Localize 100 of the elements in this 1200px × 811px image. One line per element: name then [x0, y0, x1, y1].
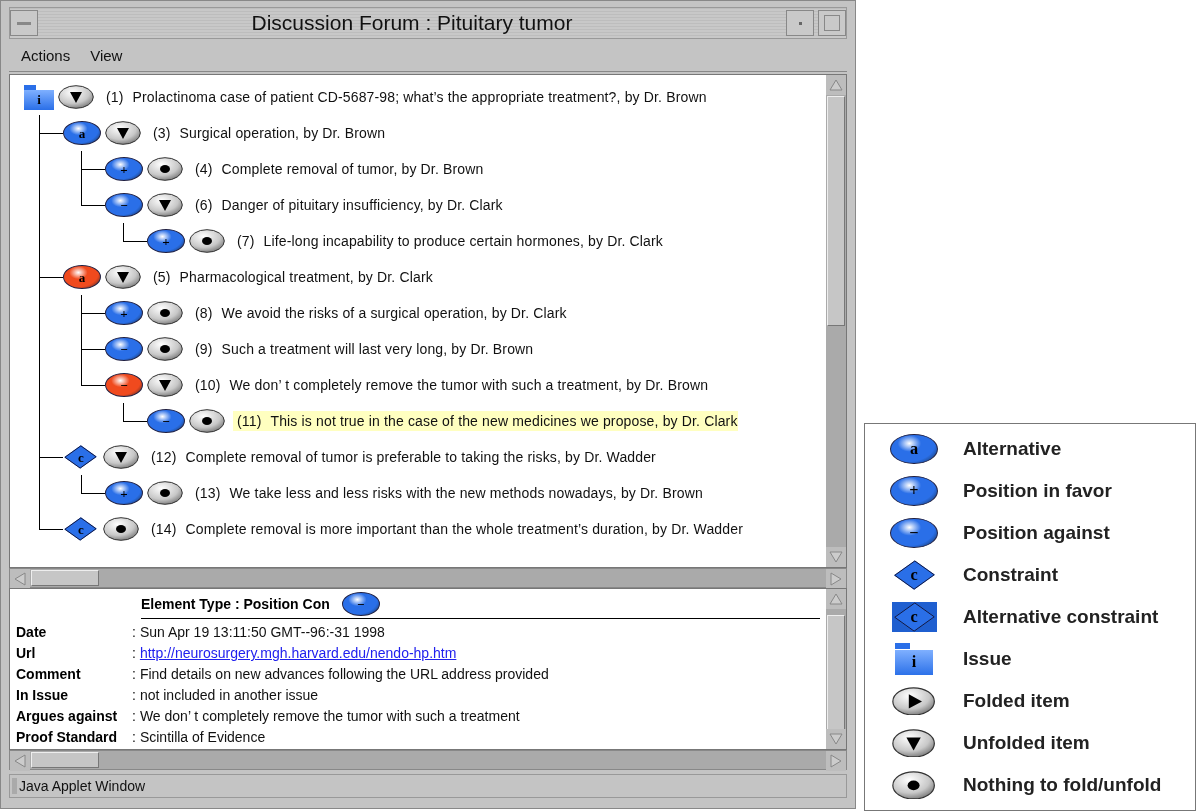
- item-text[interactable]: Danger of pituitary insufficiency, by Dr. Clark: [221, 197, 503, 213]
- dot-icon[interactable]: [189, 229, 225, 253]
- minus-icon: [17, 21, 31, 25]
- legend-folder-marker: i: [895, 643, 933, 675]
- oval-marker: +: [105, 481, 143, 505]
- vertical-scrollbar[interactable]: [826, 75, 846, 567]
- field-label: Date: [16, 623, 48, 641]
- scroll-thumb[interactable]: [827, 96, 845, 326]
- maximize-button[interactable]: [818, 10, 846, 36]
- scroll-thumb[interactable]: [31, 570, 99, 586]
- item-number: (8): [195, 305, 213, 321]
- item-number: (5): [153, 269, 171, 285]
- item-text[interactable]: Such a treatment will last very long, by Dr. Brown: [221, 341, 534, 357]
- oval-marker: a: [63, 121, 101, 145]
- oval-marker: +: [105, 301, 143, 325]
- oval-marker: +: [105, 157, 143, 181]
- legend-label: Alternative: [963, 438, 1062, 460]
- legend-label: Folded item: [963, 690, 1070, 712]
- status-text: Java Applet Window: [12, 778, 146, 794]
- legend-oval-marker: −: [890, 518, 938, 548]
- oval-marker: +: [147, 229, 185, 253]
- dot-icon[interactable]: [147, 157, 183, 181]
- horizontal-scrollbar[interactable]: [9, 750, 847, 770]
- field-label: Url: [16, 644, 37, 662]
- item-number: (14): [151, 521, 177, 537]
- field-label: Comment: [16, 665, 82, 683]
- dot-icon[interactable]: [103, 517, 139, 541]
- field-separator: :: [132, 623, 136, 641]
- oval-marker: a: [63, 265, 101, 289]
- left-arrow-icon[interactable]: [14, 572, 26, 586]
- item-number: (13): [195, 485, 221, 501]
- url-link[interactable]: http://neurosurgery.mgh.harvard.edu/nendo-hp.htm: [139, 644, 457, 662]
- field-value: Find details on new advances following the URL address provided: [139, 665, 549, 683]
- field-label: Proof Standard: [16, 728, 119, 746]
- folder-marker: i: [24, 84, 54, 110]
- legend-label: Alternative constraint: [963, 606, 1159, 628]
- field-value: not included in another issue: [139, 686, 319, 704]
- item-text[interactable]: Prolactinoma case of patient CD-5687-98; what’s the appropriate treatment?, by Dr. Brown: [132, 89, 707, 105]
- oval-marker: −: [105, 373, 143, 397]
- scroll-thumb[interactable]: [31, 752, 99, 768]
- field-value: We don’ t completely remove the tumor with such a treatment: [139, 707, 520, 725]
- field-separator: :: [132, 728, 136, 746]
- oval-marker: −: [105, 193, 143, 217]
- legend-label: Constraint: [963, 564, 1058, 586]
- field-separator: :: [132, 686, 136, 704]
- oval-marker: −: [341, 592, 380, 616]
- down-arrow-icon[interactable]: [829, 733, 843, 745]
- dot-icon[interactable]: [147, 301, 183, 325]
- up-arrow-icon[interactable]: [829, 593, 843, 605]
- item-text[interactable]: Life-long incapability to produce certain hormones, by Dr. Clark: [263, 233, 664, 249]
- item-number: (6): [195, 197, 213, 213]
- field-value: Scintilla of Evidence: [139, 728, 266, 746]
- item-number: (7): [237, 233, 255, 249]
- item-text[interactable]: We take less and less risks with the new methods nowadays, by Dr. Brown: [229, 485, 703, 501]
- horizontal-scrollbar[interactable]: [9, 568, 847, 588]
- square-icon: [824, 15, 840, 31]
- item-text[interactable]: We avoid the risks of a surgical operation, by Dr. Clark: [221, 305, 567, 321]
- item-number: (12): [151, 449, 177, 465]
- right-arrow-icon[interactable]: [830, 572, 842, 586]
- vertical-scrollbar[interactable]: [826, 589, 846, 749]
- minimize-button[interactable]: [786, 10, 814, 36]
- item-number: (10): [195, 377, 221, 393]
- field-value: Sun Apr 19 13:11:50 GMT--96:-31 1998: [139, 623, 385, 641]
- item-number: (3): [153, 125, 171, 141]
- dot-icon[interactable]: [147, 481, 183, 505]
- item-text[interactable]: Pharmacological treatment, by Dr. Clark: [179, 269, 433, 285]
- field-label: Argues against: [16, 707, 119, 725]
- oval-marker: −: [147, 409, 185, 433]
- field-separator: :: [132, 644, 136, 662]
- menu-item[interactable]: Actions: [21, 46, 71, 64]
- up-arrow-icon[interactable]: [829, 79, 843, 91]
- left-arrow-icon[interactable]: [14, 754, 26, 768]
- field-separator: :: [132, 665, 136, 683]
- item-number: (1): [106, 89, 124, 105]
- field-separator: :: [132, 707, 136, 725]
- item-text[interactable]: This is not true in the case of the new medicines we propose, by Dr. Clark: [270, 413, 738, 429]
- legend-label: Position in favor: [963, 480, 1112, 502]
- window-title: Discussion Forum : Pituitary tumor: [250, 11, 574, 35]
- field-label: In Issue: [16, 686, 70, 704]
- item-text[interactable]: We don’ t completely remove the tumor with such a treatment, by Dr. Brown: [229, 377, 709, 393]
- dot-icon[interactable]: [189, 409, 225, 433]
- menu-item[interactable]: View: [90, 46, 123, 64]
- item-text[interactable]: Complete removal of tumor is preferable to taking the risks, by Dr. Wadder: [185, 449, 656, 465]
- legend-label: Unfolded item: [963, 732, 1090, 754]
- window-menu-button[interactable]: [10, 10, 38, 36]
- legend-label: Issue: [963, 648, 1012, 670]
- item-text[interactable]: Complete removal is more important than the whole treatment’s duration, by Dr. Wadder: [185, 521, 743, 537]
- item-number: (11): [237, 413, 262, 429]
- item-text[interactable]: Complete removal of tumor, by Dr. Brown: [221, 161, 484, 177]
- right-arrow-icon[interactable]: [830, 754, 842, 768]
- item-number: (4): [195, 161, 213, 177]
- down-arrow-icon[interactable]: [829, 551, 843, 563]
- legend-label: Position against: [963, 522, 1110, 544]
- item-number: (9): [195, 341, 213, 357]
- item-text[interactable]: Surgical operation, by Dr. Brown: [179, 125, 386, 141]
- legend-oval-marker: a: [890, 434, 938, 464]
- legend-label: Nothing to fold/unfold: [963, 774, 1162, 796]
- legend-oval-marker: +: [890, 476, 938, 506]
- element-type-heading: Element Type : Position Con: [141, 596, 330, 612]
- dot-icon[interactable]: [147, 337, 183, 361]
